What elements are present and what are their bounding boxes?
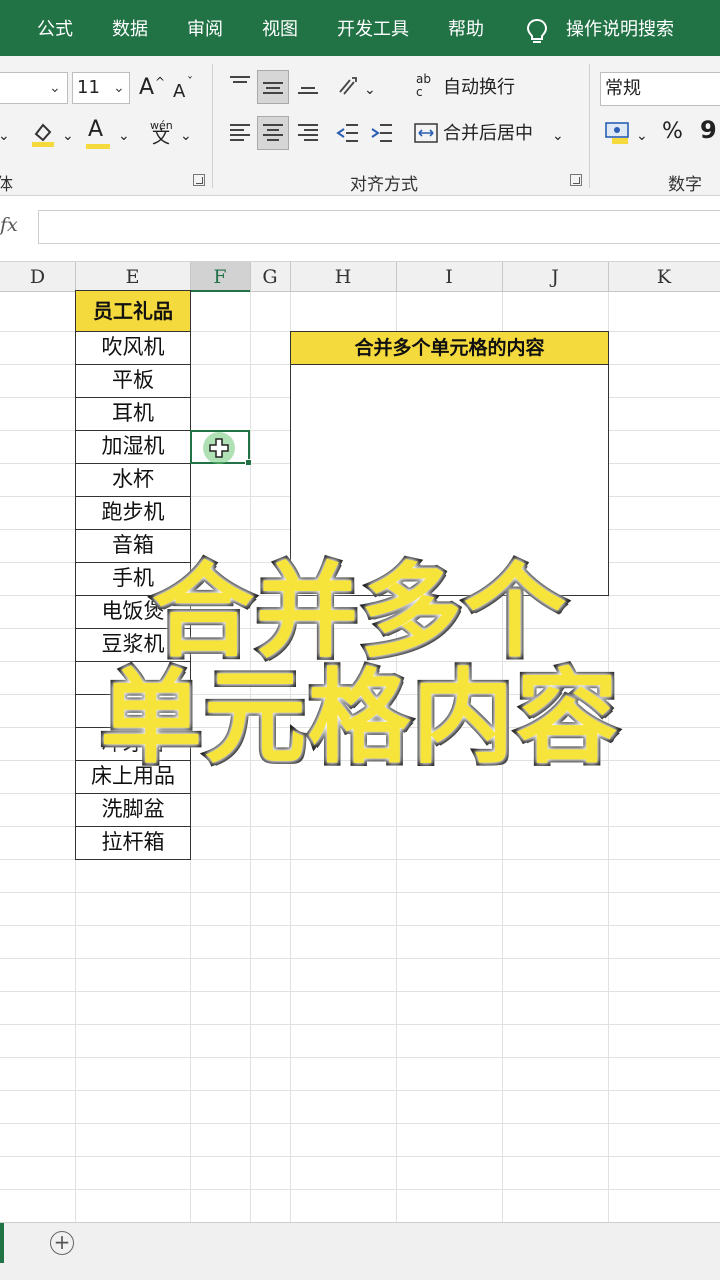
chevron-down-icon[interactable]: ⌄ xyxy=(118,124,130,148)
gift-cell[interactable]: 平板 xyxy=(75,364,191,398)
formula-bar: fx xyxy=(0,196,720,262)
merge-center-icon[interactable] xyxy=(414,122,438,144)
chevron-down-icon[interactable]: ⌄ xyxy=(180,124,192,148)
divider xyxy=(589,64,590,188)
divider xyxy=(0,1123,720,1124)
divider xyxy=(0,1156,720,1157)
column-header-k[interactable]: K xyxy=(608,266,720,288)
divider xyxy=(0,1024,720,1025)
cursor-highlight xyxy=(203,432,235,464)
orientation-icon[interactable] xyxy=(336,74,362,98)
add-sheet-button[interactable]: + xyxy=(50,1231,74,1255)
font-color-button[interactable]: A xyxy=(88,118,103,142)
chevron-down-icon[interactable]: ⌄ xyxy=(636,124,648,148)
divider xyxy=(0,1090,720,1091)
gift-cell[interactable]: 吹风机 xyxy=(75,331,191,365)
wrap-text-button[interactable]: 自动换行 xyxy=(443,76,515,100)
grow-font-button[interactable]: A xyxy=(139,76,154,100)
formula-input[interactable] xyxy=(38,210,720,244)
align-middle-icon xyxy=(263,82,283,94)
gift-list-header[interactable]: 员工礼品 xyxy=(75,290,191,332)
number-format-value: 常规 xyxy=(605,78,641,99)
divider xyxy=(0,925,720,926)
menu-review[interactable]: 审阅 xyxy=(187,18,223,42)
align-top-icon[interactable] xyxy=(228,74,252,96)
caret-up-icon: ^ xyxy=(155,75,166,89)
menu-developer[interactable]: 开发工具 xyxy=(337,18,409,42)
menu-formulas[interactable]: 公式 xyxy=(37,18,73,42)
menu-bar: 公式 数据 审阅 视图 开发工具 帮助 操作说明搜索 xyxy=(0,0,720,56)
column-header-g[interactable]: G xyxy=(250,266,290,288)
column-header-d[interactable]: D xyxy=(0,266,75,288)
wrap-icon-c: c xyxy=(416,85,423,99)
overlay-title-line2: 单元格内容 xyxy=(97,656,621,781)
accounting-format-icon[interactable] xyxy=(604,120,634,146)
merge-center-button[interactable]: 合并后居中 xyxy=(443,122,533,146)
gift-cell[interactable]: 洗脚盆 xyxy=(75,793,191,827)
tell-me-search[interactable]: 操作说明搜索 xyxy=(566,18,674,42)
fill-handle[interactable] xyxy=(245,459,252,466)
increase-indent-icon[interactable] xyxy=(370,122,394,144)
number-format-box[interactable]: 常规 xyxy=(600,72,720,106)
decrease-indent-icon[interactable] xyxy=(336,122,360,144)
percent-style-button[interactable]: % xyxy=(662,120,683,144)
column-header-f[interactable]: F xyxy=(190,266,250,288)
sheet-tab-indicator[interactable] xyxy=(0,1223,4,1263)
divider xyxy=(0,1189,720,1190)
alignment-group-label: 对齐方式 xyxy=(350,175,418,195)
comma-style-button[interactable]: 9 xyxy=(700,118,717,142)
chevron-down-icon: ⌄ xyxy=(113,80,125,96)
shrink-font-button[interactable]: A xyxy=(173,80,185,104)
cross-cursor-icon xyxy=(209,438,229,458)
fill-color-icon[interactable] xyxy=(30,120,56,148)
align-left-icon[interactable] xyxy=(228,122,252,144)
column-header-j[interactable]: J xyxy=(502,266,608,288)
gift-cell[interactable]: 跑步机 xyxy=(75,496,191,530)
menu-view[interactable]: 视图 xyxy=(262,18,298,42)
alignment-dialog-launcher[interactable] xyxy=(570,174,582,186)
font-size-value: 11 xyxy=(77,77,100,98)
column-header-i[interactable]: I xyxy=(396,266,502,288)
chevron-down-icon: ⌄ xyxy=(49,80,61,96)
caret-down-icon: ˇ xyxy=(187,75,193,89)
column-header-h[interactable]: H xyxy=(290,266,396,288)
phonetic-button[interactable]: 文 xyxy=(152,126,170,150)
align-center-button[interactable] xyxy=(257,116,289,150)
font-dialog-launcher[interactable] xyxy=(193,174,205,186)
sheet-tab-bar: + xyxy=(0,1222,720,1280)
font-name-box[interactable]: ⌄ xyxy=(0,72,68,104)
chevron-down-icon[interactable]: ⌄ xyxy=(62,124,74,148)
chevron-down-icon[interactable]: ⌄ xyxy=(0,124,10,148)
merged-title-cell[interactable]: 合并多个单元格的内容 xyxy=(290,331,609,365)
chevron-down-icon[interactable]: ⌄ xyxy=(552,124,564,148)
divider xyxy=(0,892,720,893)
divider xyxy=(212,64,213,188)
divider xyxy=(0,991,720,992)
font-color-swatch xyxy=(86,144,110,149)
align-center-icon xyxy=(263,124,283,141)
column-header-e[interactable]: E xyxy=(75,266,190,288)
align-middle-button[interactable] xyxy=(257,70,289,104)
number-group-label: 数字 xyxy=(668,175,702,195)
gift-cell[interactable]: 水杯 xyxy=(75,463,191,497)
fx-icon[interactable]: fx xyxy=(0,214,18,236)
menu-data[interactable]: 数据 xyxy=(112,18,148,42)
chevron-down-icon[interactable]: ⌄ xyxy=(364,78,376,102)
align-right-icon[interactable] xyxy=(296,122,320,144)
divider xyxy=(0,1057,720,1058)
wrap-icon-ab: ab xyxy=(416,72,431,86)
lightbulb-icon[interactable] xyxy=(526,18,548,44)
align-bottom-icon[interactable] xyxy=(296,74,320,96)
font-size-box[interactable]: 11 ⌄ xyxy=(72,72,130,104)
ribbon: ⌄ 11 ⌄ A ^ A ˇ ⌄ ⌄ A ⌄ wén 文 ⌄ 体 ⌄ ab c … xyxy=(0,56,720,196)
gift-cell[interactable]: 耳机 xyxy=(75,397,191,431)
menu-help[interactable]: 帮助 xyxy=(448,18,484,42)
font-group-label: 体 xyxy=(0,175,13,195)
gift-cell[interactable]: 加湿机 xyxy=(75,430,191,464)
plus-icon: + xyxy=(53,1230,71,1254)
gift-cell[interactable]: 拉杆箱 xyxy=(75,826,191,860)
divider xyxy=(0,958,720,959)
